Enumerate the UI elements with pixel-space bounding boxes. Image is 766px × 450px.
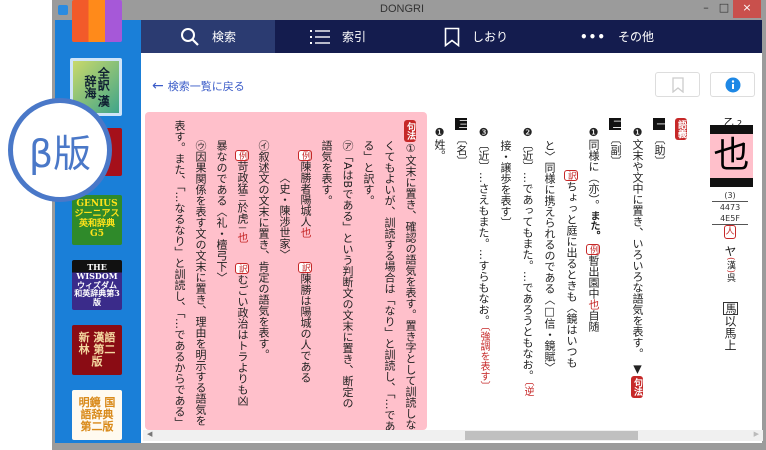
- close-button[interactable]: ×: [733, 0, 761, 18]
- kuhou-link[interactable]: 句法: [631, 375, 643, 398]
- book-kangorin[interactable]: 新 漢語林 第二版: [72, 325, 122, 375]
- tab-label: その他: [618, 30, 655, 44]
- horizontal-scrollbar[interactable]: ◀ ▶: [143, 430, 763, 441]
- beta-badge: β版: [8, 98, 112, 202]
- gogi-badge: 語義: [675, 118, 687, 140]
- app-icon: [58, 5, 68, 15]
- tab-index[interactable]: 索引: [310, 20, 366, 53]
- book-meikyo[interactable]: 明鏡 国語辞典 第二版: [72, 390, 122, 440]
- book-wisdom[interactable]: THE WISDOM ウィズダム 和英辞典第3版: [72, 260, 122, 310]
- tab-label: 検索: [211, 30, 236, 44]
- bookmark-icon: [671, 76, 684, 93]
- maximize-button[interactable]: □: [716, 0, 732, 18]
- more-icon: •••: [580, 29, 607, 44]
- search-icon: [180, 27, 199, 46]
- scrollbar-thumb[interactable]: [465, 431, 638, 440]
- kanji-codes: (3) 4473 4E5F 人: [712, 190, 748, 239]
- bookmark-icon: [444, 27, 460, 47]
- bookmark-button[interactable]: [655, 72, 700, 97]
- info-button[interactable]: [710, 72, 755, 97]
- tab-bookmarks[interactable]: しおり: [444, 20, 508, 53]
- book-genius[interactable]: GENIUS ジーニアス英和辞典 G5: [72, 195, 122, 245]
- arrow-left-icon: ←: [152, 78, 164, 94]
- tab-label: 索引: [342, 30, 367, 44]
- back-to-results-link[interactable]: ← 検索一覧に戻る: [152, 78, 245, 94]
- tab-more[interactable]: ••• その他: [580, 20, 654, 53]
- jinmei-badge: 人: [724, 225, 736, 239]
- info-icon: [725, 77, 740, 92]
- scroll-right-arrow[interactable]: ▶: [754, 430, 759, 438]
- kuhou-box: 句法①文末に置き、確認の語気を表す。置き字として訓読しな くてもよいが、訓読する…: [145, 112, 427, 430]
- list-icon: [310, 29, 330, 44]
- minimize-button[interactable]: –: [698, 0, 714, 18]
- entry-text: 語義 一 〔助〕 ❶文末や文中に置き、いろいろな語気を表す。 ▼句法 二 〔副〕…: [433, 118, 687, 398]
- scroll-left-arrow[interactable]: ◀: [147, 430, 152, 438]
- tab-label: しおり: [472, 30, 509, 44]
- kanji-readings: ヤ(漢)呉馬以馬上: [723, 245, 738, 352]
- tab-search[interactable]: 検索: [141, 20, 275, 53]
- headword-kanji: 也: [710, 125, 753, 187]
- window-title: DONGRI: [380, 3, 424, 15]
- book-top[interactable]: [72, 0, 122, 42]
- kuhou-line-u2: 表す。また、「…なるなり」と訓読し、「…であるからである」: [173, 120, 186, 428]
